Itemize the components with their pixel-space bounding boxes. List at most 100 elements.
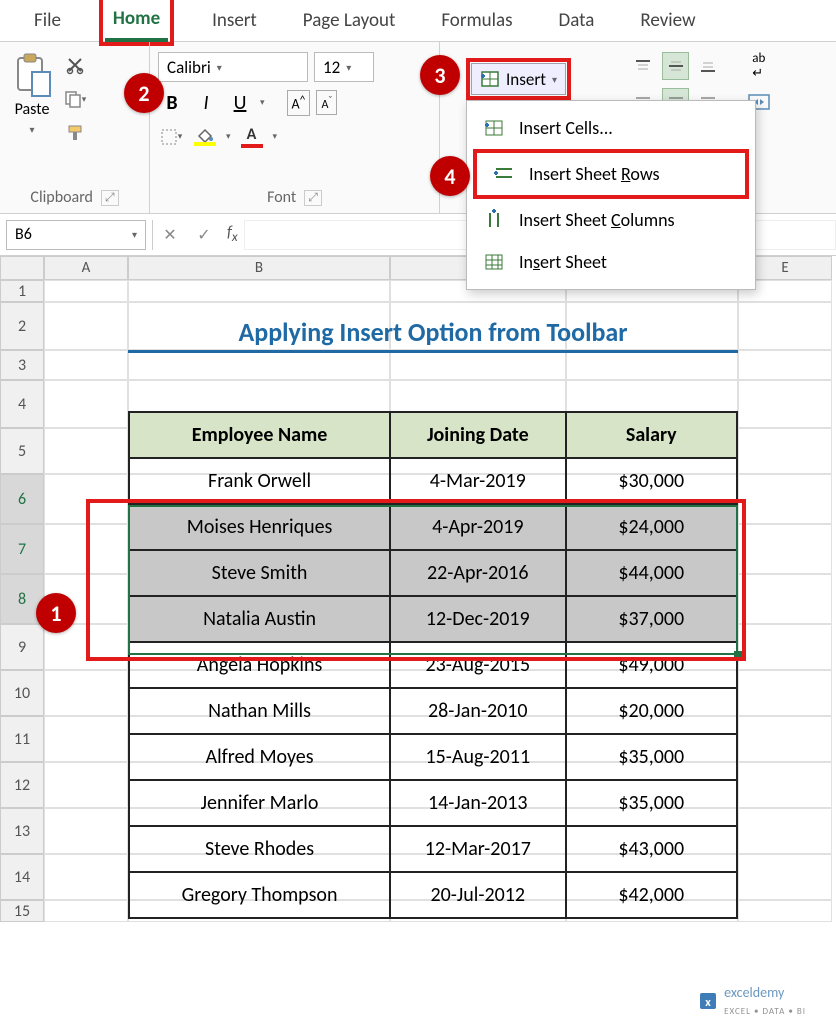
tab-formulas[interactable]: Formulas [433,1,520,40]
table-cell[interactable]: $35,000 [566,734,738,780]
table-cell[interactable]: $24,000 [566,504,738,550]
table-row[interactable]: Natalia Austin12-Dec-2019$37,000 [129,596,737,642]
row-header-2[interactable]: 2 [0,302,44,350]
cell-A1[interactable] [44,280,128,302]
cell-D3[interactable] [566,350,738,380]
row-header-12[interactable]: 12 [0,762,44,808]
cell-A3[interactable] [44,350,128,380]
increase-font-button[interactable]: A^ [287,90,311,116]
table-row[interactable]: Frank Orwell4-Mar-2019$30,000 [129,458,737,504]
table-cell[interactable]: 23-Aug-2015 [390,642,565,688]
table-cell[interactable]: Steve Smith [129,550,390,596]
cell-A2[interactable] [44,302,128,350]
worksheet-grid[interactable]: ABCDE 123456789101112131415 Applying Ins… [0,256,836,1026]
row-header-7[interactable]: 7 [0,524,44,574]
cell-E8[interactable] [738,574,832,624]
tab-data[interactable]: Data [551,1,603,40]
table-row[interactable]: Gregory Thompson20-Jul-2012$42,000 [129,872,737,918]
fill-color-button[interactable] [190,128,220,146]
table-cell[interactable]: 15-Aug-2011 [390,734,565,780]
cell-A7[interactable] [44,524,128,574]
copy-button[interactable]: ▾ [62,86,88,112]
table-row[interactable]: Nathan Mills28-Jan-2010$20,000 [129,688,737,734]
table-cell[interactable]: 4-Mar-2019 [390,458,565,504]
table-cell[interactable]: 14-Jan-2013 [390,780,565,826]
cancel-formula-button[interactable]: ✕ [153,225,187,245]
fill-handle[interactable] [734,651,742,659]
table-row[interactable]: Angela Hopkins23-Aug-2015$49,000 [129,642,737,688]
row-header-9[interactable]: 9 [0,624,44,670]
row-header-5[interactable]: 5 [0,428,44,474]
cell-A4[interactable] [44,380,128,428]
row-header-1[interactable]: 1 [0,280,44,302]
cell-B1[interactable] [128,280,390,302]
table-cell[interactable]: Nathan Mills [129,688,390,734]
paste-button[interactable]: Paste ▾ [8,48,56,146]
row-header-13[interactable]: 13 [0,808,44,854]
row-header-15[interactable]: 15 [0,900,44,922]
table-cell[interactable]: 12-Dec-2019 [390,596,565,642]
cell-A12[interactable] [44,762,128,808]
table-cell[interactable]: 22-Apr-2016 [390,550,565,596]
table-row[interactable]: Alfred Moyes15-Aug-2011$35,000 [129,734,737,780]
underline-button[interactable]: U [226,91,254,115]
cell-E14[interactable] [738,854,832,900]
decrease-font-button[interactable]: Aˇ [316,90,337,115]
cell-E15[interactable] [738,900,832,922]
cell-C3[interactable] [390,350,566,380]
cell-A13[interactable] [44,808,128,854]
table-cell[interactable]: 4-Apr-2019 [390,504,565,550]
fx-icon[interactable]: fx [221,223,244,245]
table-cell[interactable]: 20-Jul-2012 [390,872,565,918]
borders-button[interactable]: ▾ [158,124,184,150]
cell-E10[interactable] [738,670,832,716]
align-top-button[interactable] [630,52,656,80]
cell-E7[interactable] [738,524,832,574]
row-header-14[interactable]: 14 [0,854,44,900]
table-row[interactable]: Steve Smith22-Apr-2016$44,000 [129,550,737,596]
tab-insert[interactable]: Insert [204,1,265,40]
table-cell[interactable]: Frank Orwell [129,458,390,504]
cell-E12[interactable] [738,762,832,808]
table-cell[interactable]: Steve Rhodes [129,826,390,872]
tab-file[interactable]: File [26,1,69,40]
cell-B3[interactable] [128,350,390,380]
table-cell[interactable]: Jennifer Marlo [129,780,390,826]
cell-E6[interactable] [738,474,832,524]
table-row[interactable]: Moises Henriques4-Apr-2019$24,000 [129,504,737,550]
table-cell[interactable]: $49,000 [566,642,738,688]
row-header-11[interactable]: 11 [0,716,44,762]
cell-E5[interactable] [738,428,832,474]
table-cell[interactable]: $44,000 [566,550,738,596]
tab-page-layout[interactable]: Page Layout [295,1,404,40]
name-box[interactable]: B6▾ [6,220,146,250]
font-name-combo[interactable]: Calibri▾ [158,52,308,82]
table-cell[interactable]: $20,000 [566,688,738,734]
menu-insert-sheet[interactable]: Insert Sheet [467,241,755,283]
cell-E9[interactable] [738,624,832,670]
table-row[interactable]: Steve Rhodes12-Mar-2017$43,000 [129,826,737,872]
font-color-button[interactable]: A [237,125,267,148]
cell-E13[interactable] [738,808,832,854]
table-cell[interactable]: Angela Hopkins [129,642,390,688]
table-cell[interactable]: Alfred Moyes [129,734,390,780]
cell-A6[interactable] [44,474,128,524]
table-cell[interactable]: Moises Henriques [129,504,390,550]
cell-E11[interactable] [738,716,832,762]
table-cell[interactable]: 28-Jan-2010 [390,688,565,734]
menu-insert-sheet-columns[interactable]: Insert Sheet Columns [467,199,755,241]
row-header-3[interactable]: 3 [0,350,44,380]
cell-A10[interactable] [44,670,128,716]
align-middle-button[interactable] [662,52,688,80]
row-header-10[interactable]: 10 [0,670,44,716]
insert-cells-button[interactable]: Insert ▾ [471,63,566,95]
select-all-corner[interactable] [0,256,44,280]
table-cell[interactable]: $43,000 [566,826,738,872]
font-size-combo[interactable]: 12▾ [314,52,374,82]
cell-E3[interactable] [738,350,832,380]
wrap-text-button[interactable]: ab↵ [746,52,772,80]
cell-E4[interactable] [738,380,832,428]
cell-A15[interactable] [44,900,128,922]
table-cell[interactable]: $35,000 [566,780,738,826]
enter-formula-button[interactable]: ✓ [187,225,221,245]
